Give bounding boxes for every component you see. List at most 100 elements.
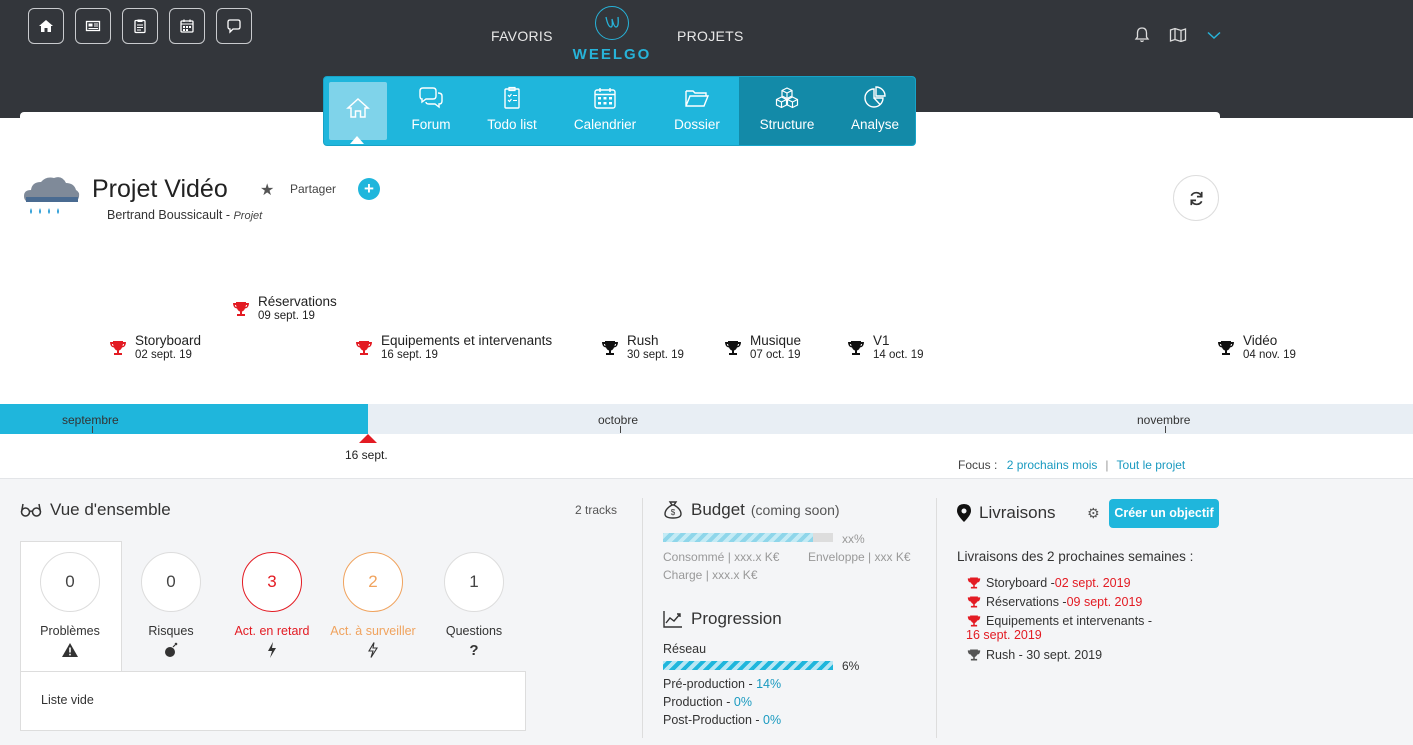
milestone-date: 14 oct. 19 bbox=[873, 349, 924, 361]
budget-pct: xx% bbox=[842, 532, 865, 546]
livraisons-title: Livraisons bbox=[957, 503, 1056, 523]
milestone-title: V1 bbox=[873, 333, 890, 348]
trophy-icon bbox=[602, 341, 618, 355]
calendar-icon bbox=[594, 88, 616, 109]
nav-projets[interactable]: PROJETS bbox=[677, 28, 744, 44]
milestone-title: Musique bbox=[750, 333, 802, 348]
network-progress-bar bbox=[663, 661, 833, 670]
card-label: Problèmes bbox=[40, 624, 100, 638]
month-tick bbox=[92, 426, 93, 433]
refresh-button[interactable] bbox=[1173, 175, 1219, 221]
home-button[interactable] bbox=[28, 8, 64, 44]
money-bag-icon: $ bbox=[664, 501, 682, 519]
milestone-video[interactable]: Vidéo 04 nov. 19 bbox=[1217, 333, 1296, 363]
logo-text: WEELGO bbox=[572, 46, 652, 63]
weelgo-logo[interactable]: WEELGO bbox=[570, 6, 654, 63]
focus-whole-project[interactable]: Tout le projet bbox=[1117, 458, 1186, 472]
milestone-equipements[interactable]: Equipements et intervenants 16 sept. 19 bbox=[355, 333, 552, 363]
card-count: 2 bbox=[343, 552, 403, 612]
card-problemes[interactable]: 0 Problèmes bbox=[20, 552, 120, 660]
active-module-pointer bbox=[350, 136, 364, 144]
project-title: Projet Vidéo bbox=[92, 175, 228, 203]
module-forum[interactable]: Forum bbox=[393, 77, 469, 145]
logo-mark-icon bbox=[595, 6, 629, 40]
module-label: Structure bbox=[759, 117, 815, 132]
milestone-v1[interactable]: V1 14 oct. 19 bbox=[847, 333, 924, 363]
delivery-item[interactable]: Rush - 30 sept. 2019 bbox=[967, 648, 1102, 662]
add-button[interactable]: + bbox=[358, 178, 380, 200]
bomb-icon bbox=[121, 642, 221, 660]
issues-list: Liste vide bbox=[20, 671, 526, 731]
month-label: novembre bbox=[1137, 413, 1191, 427]
favorite-star-icon[interactable]: ★ bbox=[260, 180, 274, 200]
clipboard-button[interactable] bbox=[122, 8, 158, 44]
milestone-musique[interactable]: Musique 07 oct. 19 bbox=[724, 333, 801, 363]
milestone-rush[interactable]: Rush 30 sept. 19 bbox=[601, 333, 684, 363]
gear-icon[interactable]: ⚙ bbox=[1087, 505, 1100, 522]
project-type: Projet bbox=[233, 210, 263, 222]
module-dossier[interactable]: Dossier bbox=[655, 77, 739, 145]
card-act-a-surveiller[interactable]: 2 Act. à surveiller bbox=[323, 552, 423, 660]
newspaper-button[interactable] bbox=[75, 8, 111, 44]
month-tick bbox=[1165, 426, 1166, 433]
budget-progress-fill bbox=[663, 533, 813, 542]
trophy-icon bbox=[967, 615, 981, 627]
map-icon bbox=[1169, 27, 1187, 43]
notification-bell-button[interactable] bbox=[1133, 26, 1151, 49]
milestone-date: 07 oct. 19 bbox=[750, 349, 801, 361]
map-button[interactable] bbox=[1169, 26, 1187, 49]
clipboard-icon bbox=[134, 19, 146, 34]
budget-progress-bar bbox=[663, 533, 833, 542]
home-icon bbox=[346, 97, 370, 118]
delivery-item[interactable]: Storyboard - 02 sept. 2019 bbox=[967, 576, 1131, 590]
card-label: Act. à surveiller bbox=[330, 624, 416, 638]
timeline-elapsed bbox=[0, 404, 368, 434]
module-label: Dossier bbox=[674, 117, 720, 132]
milestone-storyboard[interactable]: Storyboard 02 sept. 19 bbox=[109, 333, 201, 363]
module-structure[interactable]: Structure bbox=[739, 77, 835, 145]
refresh-icon bbox=[1189, 191, 1203, 205]
project-subtitle: Bertrand Boussicault - Projet bbox=[107, 208, 262, 222]
card-count: 3 bbox=[242, 552, 302, 612]
chat-button[interactable] bbox=[216, 8, 252, 44]
share-button[interactable]: Partager bbox=[290, 182, 336, 196]
focus-two-months[interactable]: 2 prochains mois bbox=[1007, 458, 1098, 472]
milestone-date: 30 sept. 19 bbox=[627, 349, 684, 361]
milestone-title: Réservations bbox=[258, 294, 337, 309]
card-label: Act. en retard bbox=[234, 624, 310, 638]
calendar-button[interactable] bbox=[169, 8, 205, 44]
milestone-reservations[interactable]: Réservations 09 sept. 19 bbox=[232, 294, 337, 324]
delivery-item[interactable]: Réservations - 09 sept. 2019 bbox=[967, 595, 1142, 609]
budget-consumed: Consommé | xxx.x K€ bbox=[663, 550, 780, 564]
milestone-date: 09 sept. 19 bbox=[258, 310, 315, 322]
module-home[interactable] bbox=[329, 82, 387, 140]
question-mark-icon: ? bbox=[469, 642, 479, 659]
module-analyse[interactable]: Analyse bbox=[835, 77, 915, 145]
card-questions[interactable]: 1 Questions ? bbox=[424, 552, 524, 660]
pie-chart-icon bbox=[864, 86, 886, 108]
create-objective-button[interactable]: Créer un objectif bbox=[1109, 499, 1219, 528]
trophy-icon bbox=[967, 577, 981, 589]
newspaper-icon bbox=[85, 20, 101, 32]
project-owner[interactable]: Bertrand Boussicault bbox=[107, 208, 222, 222]
user-menu-toggle[interactable] bbox=[1205, 26, 1223, 49]
milestone-date: 04 nov. 19 bbox=[1243, 349, 1296, 361]
delivery-item[interactable]: Equipements et intervenants - 16 sept. 2… bbox=[966, 614, 1167, 642]
timeline-bar[interactable]: septembre octobre novembre bbox=[0, 404, 1413, 434]
tracks-count: 2 tracks bbox=[575, 503, 618, 517]
module-todo-list[interactable]: Todo list bbox=[469, 77, 555, 145]
card-risques[interactable]: 0 Risques bbox=[121, 552, 221, 660]
card-count: 0 bbox=[141, 552, 201, 612]
card-act-en-retard[interactable]: 3 Act. en retard bbox=[222, 552, 322, 660]
lightning-icon bbox=[222, 642, 322, 660]
home-icon bbox=[39, 20, 53, 32]
milestone-title: Rush bbox=[627, 333, 659, 348]
module-calendrier[interactable]: Calendrier bbox=[555, 77, 655, 145]
top-right-actions bbox=[1133, 26, 1223, 49]
month-label: septembre bbox=[62, 413, 119, 427]
forum-icon bbox=[419, 87, 443, 109]
line-chart-icon bbox=[663, 611, 682, 628]
module-label: Calendrier bbox=[573, 117, 637, 132]
nav-favoris[interactable]: FAVORIS bbox=[491, 28, 553, 44]
trophy-icon bbox=[848, 341, 864, 355]
